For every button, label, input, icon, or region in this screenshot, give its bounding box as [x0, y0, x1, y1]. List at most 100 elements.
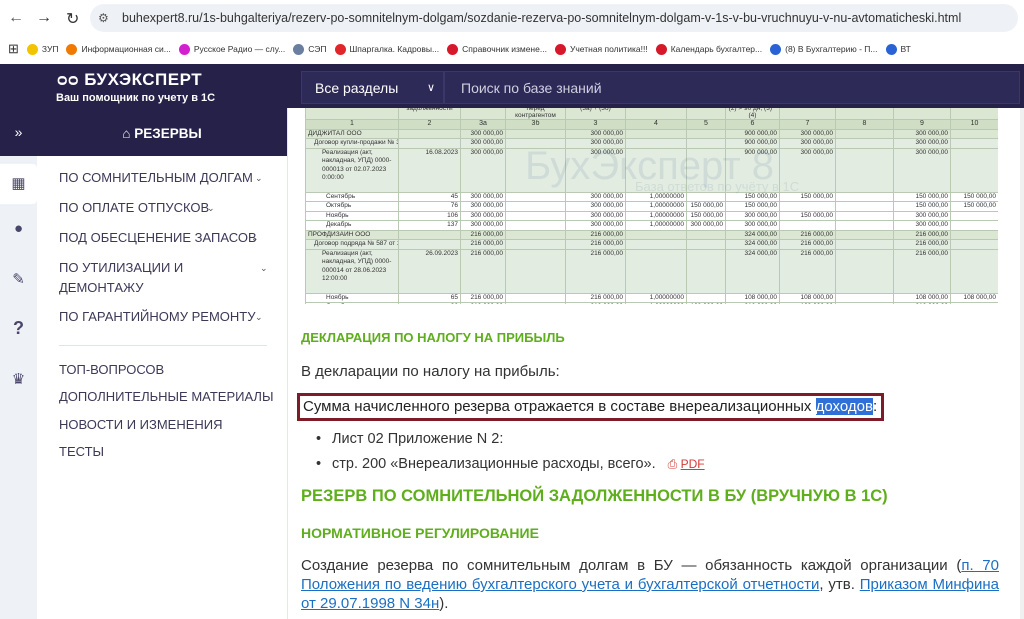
table-cell: 300 000,00: [779, 147, 836, 193]
sidebar-item-doubtful-debts[interactable]: По сомнительным долгам ⌄: [59, 168, 274, 188]
table-cell: [950, 220, 998, 231]
tagline: Ваш помощник по учету в 1С: [56, 92, 216, 104]
bookmark[interactable]: Календарь бухгалтер...: [655, 43, 763, 55]
pencil-icon[interactable]: ✎: [0, 270, 37, 288]
bookmarks-bar: ⊞ ЗУП Информационная си... Русское Радио —…: [0, 38, 1024, 60]
grid-icon[interactable]: ▦: [0, 164, 37, 204]
report-image: задолженности перед контрагентом (3а) + (3…: [305, 108, 998, 304]
back-icon[interactable]: ←: [8, 9, 24, 27]
sidebar-link-top-questions[interactable]: Топ-вопросов: [59, 360, 274, 380]
table-cell: 76: [398, 201, 461, 212]
table-cell: 300 000,00: [565, 147, 626, 193]
bookmark[interactable]: Справочник измене...: [447, 43, 547, 55]
sidebar-link-additional[interactable]: Дополнительные материалы: [59, 387, 274, 407]
table-cell: 300 000,00: [565, 201, 626, 212]
table-cell: 216 000,00: [725, 302, 780, 304]
table-cell: [835, 302, 894, 304]
logo[interactable]: ᴑᴑ БУХЭКСПЕРТ: [57, 70, 202, 90]
table-cell: перед контрагентом: [505, 108, 566, 120]
table-cell: [835, 239, 894, 250]
table-cell: 216 000,00: [460, 248, 506, 294]
table-row: Октябрь 76 300 000,00 300 000,00 1,00000000 1…: [305, 201, 998, 212]
selected-text[interactable]: доходов: [815, 398, 873, 415]
table-cell: 300 000,00: [460, 147, 506, 193]
section-select[interactable]: Все разделы ∨: [301, 71, 444, 104]
bookmark[interactable]: Шпаргалка. Кадровы...: [334, 43, 439, 55]
bookmark-icon: [26, 43, 38, 55]
sidebar-link-tests[interactable]: Тесты: [59, 442, 274, 462]
apps-icon[interactable]: ⊞: [8, 41, 19, 57]
text: Сумма начисленного резерва отражается в …: [303, 398, 816, 415]
bookmark[interactable]: ВТ: [885, 43, 911, 55]
table-cell: [625, 248, 687, 294]
reload-icon[interactable]: ↻: [66, 9, 79, 29]
table-cell: 1,00000000: [625, 201, 687, 212]
table-cell: [835, 147, 894, 193]
table-cell: 300 000,00: [893, 210, 951, 221]
question-icon[interactable]: ?: [0, 318, 37, 339]
table-cell: 300 000,00: [893, 138, 951, 149]
expand-icon[interactable]: »: [0, 108, 37, 156]
forward-icon[interactable]: →: [36, 9, 52, 27]
sidebar-link-news[interactable]: Новости и изменения: [59, 415, 274, 435]
bookmark[interactable]: Русское Радио — слу...: [178, 43, 285, 55]
table-cell: 8: [835, 119, 894, 130]
bookmark-label: Календарь бухгалтер...: [670, 44, 763, 54]
chevron-down-icon: ⌄: [255, 173, 263, 183]
bookmark-icon: [178, 43, 190, 55]
pdf-link[interactable]: ⎙ PDF: [668, 457, 705, 471]
table-cell: [779, 108, 836, 120]
chat-icon[interactable]: ●: [0, 220, 37, 237]
sidebar-title[interactable]: ⌂ РЕЗЕРВЫ: [37, 108, 287, 156]
table-cell: 216 000,00: [779, 229, 836, 240]
table-cell: [505, 138, 566, 149]
reserve-report-table: задолженности перед контрагентом (3а) + (3…: [305, 108, 998, 304]
table-cell: [686, 292, 726, 303]
chevron-down-icon: ⌄: [255, 312, 263, 322]
divider: [59, 345, 267, 346]
table-cell: 300 000,00: [460, 201, 506, 212]
section-heading: ДЕКЛАРАЦИЯ ПО НАЛОГУ НА ПРИБЫЛЬ: [301, 330, 565, 345]
table-cell: 300 000,00: [565, 128, 626, 139]
table-cell: [835, 220, 894, 231]
table-cell: 300 000,00: [460, 220, 506, 231]
crown-icon[interactable]: ♛: [0, 370, 37, 388]
sidebar-item-disposal[interactable]: По утилизации и демонтажу ⌄: [59, 258, 268, 298]
bookmark[interactable]: Информационная си...: [66, 43, 171, 55]
article: задолженности перед контрагентом (3а) + (3…: [289, 108, 1024, 619]
search-input[interactable]: Поиск по базе знаний: [444, 71, 1020, 104]
table-cell: [950, 229, 998, 240]
bookmark[interactable]: СЭП: [293, 43, 327, 55]
bookmark[interactable]: Учетная политика!!!: [554, 43, 648, 55]
table-cell: 216 000,00: [565, 302, 626, 304]
table-cell: 300 000,00: [686, 220, 726, 231]
bookmark-label: ЗУП: [41, 44, 59, 54]
table-cell: Октябрь: [305, 201, 399, 212]
table-cell: 216 000,00: [460, 302, 506, 304]
table-cell: [505, 220, 566, 231]
bookmark[interactable]: ЗУП: [26, 43, 59, 55]
table-cell: 45: [398, 191, 461, 202]
table-cell: 106: [398, 210, 461, 221]
table-cell: 10: [950, 119, 998, 130]
table-cell: ПРОФДИЗАЙН ООО: [305, 229, 399, 240]
scrollbar[interactable]: [1020, 108, 1024, 619]
site-settings-icon[interactable]: ⚙: [98, 4, 109, 32]
sidebar-item-warranty[interactable]: По гарантийному ремонту ⌄: [59, 307, 274, 327]
table-cell: 4: [625, 119, 687, 130]
table-cell: [950, 302, 998, 304]
table-cell: 108 000,00: [725, 292, 780, 303]
address-bar[interactable]: ⚙ buhexpert8.ru/1s-buhgalteriya/rezerv-po…: [90, 4, 1018, 32]
table-cell: [505, 210, 566, 221]
sidebar-item-inventory[interactable]: Под обесценение запасов ⌄: [59, 228, 274, 248]
table-cell: [950, 138, 998, 149]
table-cell: [398, 128, 461, 139]
bookmark[interactable]: (8) В Бухгалтерию - П...: [770, 43, 878, 55]
table-row: Реализация (акт, накладная, УПД) 0000-00…: [305, 147, 998, 193]
table-cell: 150 000,00: [725, 191, 780, 202]
table-cell: 216 000,00: [565, 248, 626, 294]
table-cell: 900 000,00: [725, 147, 780, 193]
sidebar-item-vacations[interactable]: По оплате отпусков ⌄: [59, 198, 274, 218]
bookmark-label: СЭП: [308, 44, 327, 54]
table-cell: [505, 302, 566, 304]
